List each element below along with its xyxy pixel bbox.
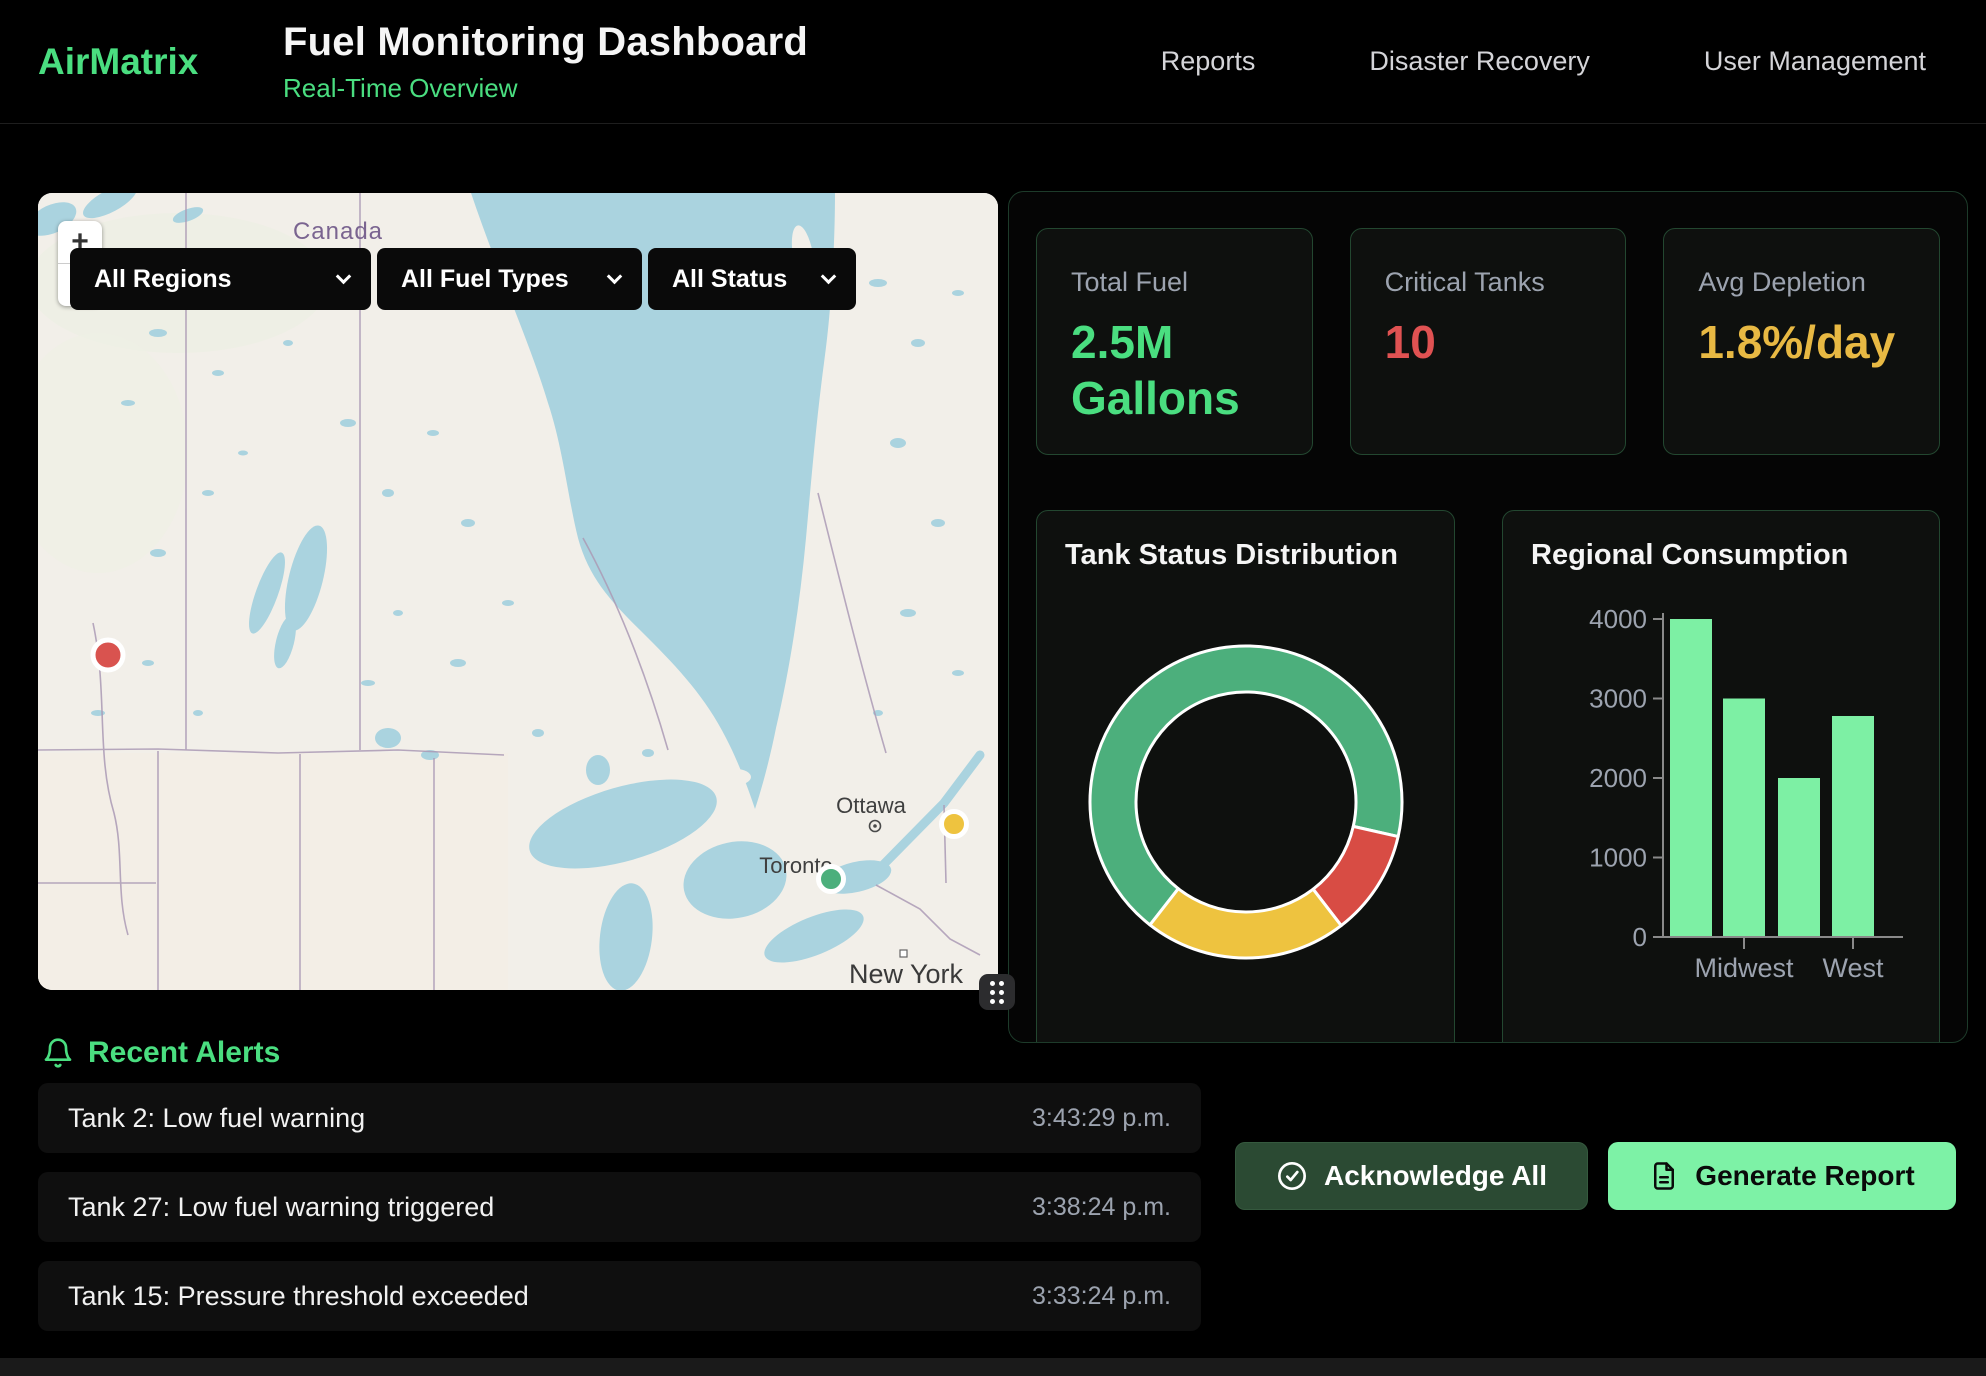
bar-chart: 0 1000 2000 3000 4000 Midwest West: [1531, 580, 1911, 995]
bar-chart-title: Regional Consumption: [1531, 539, 1911, 572]
alert-timestamp: 3:33:24 p.m.: [1032, 1282, 1171, 1311]
donut-chart-title: Tank Status Distribution: [1065, 539, 1426, 572]
drag-handle-icon[interactable]: [979, 974, 1015, 1010]
alert-text: Tank 27: Low fuel warning triggered: [68, 1192, 494, 1223]
bottom-bar: [0, 1358, 1986, 1376]
page-title: Fuel Monitoring Dashboard: [283, 20, 808, 65]
nav-user-management[interactable]: User Management: [1704, 46, 1926, 77]
stat-card-critical-tanks: Critical Tanks 10: [1350, 228, 1627, 455]
stat-label: Critical Tanks: [1385, 267, 1592, 298]
stats-row: Total Fuel 2.5M Gallons Critical Tanks 1…: [1036, 228, 1940, 455]
stat-card-total-fuel: Total Fuel 2.5M Gallons: [1036, 228, 1313, 455]
document-icon: [1649, 1161, 1679, 1191]
stat-value-avg-depletion: 1.8%/day: [1698, 314, 1905, 370]
fuel-type-filter-dropdown[interactable]: All Fuel Types: [377, 248, 642, 310]
generate-report-button[interactable]: Generate Report: [1608, 1142, 1956, 1210]
svg-text:1000: 1000: [1589, 843, 1647, 873]
svg-text:4000: 4000: [1589, 604, 1647, 634]
tank-status-chart-card: Tank Status Distribution: [1036, 510, 1455, 1043]
page-subtitle: Real-Time Overview: [283, 73, 808, 104]
stat-card-avg-depletion: Avg Depletion 1.8%/day: [1663, 228, 1940, 455]
stat-label: Total Fuel: [1071, 267, 1278, 298]
bell-icon: [42, 1037, 74, 1069]
chevron-down-icon: [607, 268, 623, 284]
stat-value-critical-tanks: 10: [1385, 314, 1592, 370]
title-block: Fuel Monitoring Dashboard Real-Time Over…: [283, 20, 808, 104]
map-filters: All Regions All Fuel Types All Status: [70, 248, 856, 310]
alerts-header: Recent Alerts: [38, 1031, 1956, 1075]
fuel-map[interactable]: Canada Ottawa Toronto New York + − All R…: [38, 193, 998, 990]
main-nav: Reports Disaster Recovery User Managemen…: [1161, 46, 1926, 77]
svg-text:West: West: [1822, 953, 1884, 983]
alert-actions: Acknowledge All Generate Report: [1235, 1142, 1956, 1210]
alert-text: Tank 2: Low fuel warning: [68, 1103, 365, 1134]
stat-value-total-fuel: 2.5M Gallons: [1071, 314, 1278, 426]
charts-row: Tank Status Distribution Regional Consum…: [1036, 510, 1940, 1043]
region-filter-dropdown[interactable]: All Regions: [70, 248, 371, 310]
chevron-down-icon: [336, 268, 352, 284]
status-filter-dropdown[interactable]: All Status: [648, 248, 856, 310]
svg-text:0: 0: [1633, 922, 1647, 952]
app-logo: AirMatrix: [38, 41, 283, 83]
map-label-country: Canada: [293, 218, 383, 245]
main-content: Canada Ottawa Toronto New York + − All R…: [38, 191, 1968, 1043]
chevron-down-icon: [821, 268, 837, 284]
alert-row: Tank 15: Pressure threshold exceeded 3:3…: [38, 1261, 1201, 1331]
status-filter-value: All Status: [672, 265, 787, 294]
nav-reports[interactable]: Reports: [1161, 46, 1256, 77]
svg-text:Midwest: Midwest: [1694, 953, 1794, 983]
fuel-type-filter-value: All Fuel Types: [401, 265, 569, 294]
alerts-title: Recent Alerts: [88, 1036, 280, 1070]
nav-disaster-recovery[interactable]: Disaster Recovery: [1369, 46, 1590, 77]
stat-label: Avg Depletion: [1698, 267, 1905, 298]
generate-report-label: Generate Report: [1695, 1160, 1914, 1192]
alert-timestamp: 3:43:29 p.m.: [1032, 1104, 1171, 1133]
svg-text:2000: 2000: [1589, 763, 1647, 793]
dashboard-panel: Total Fuel 2.5M Gallons Critical Tanks 1…: [1008, 191, 1968, 1043]
donut-chart: [1065, 640, 1426, 964]
alerts-list: Tank 2: Low fuel warning 3:43:29 p.m. Ta…: [38, 1083, 1201, 1331]
app-header: AirMatrix Fuel Monitoring Dashboard Real…: [0, 0, 1986, 124]
map-canvas[interactable]: Canada Ottawa Toronto New York: [38, 193, 998, 990]
map-graphic: Canada Ottawa Toronto New York: [38, 193, 998, 990]
svg-text:3000: 3000: [1589, 684, 1647, 714]
acknowledge-all-label: Acknowledge All: [1324, 1160, 1547, 1192]
check-circle-icon: [1276, 1160, 1308, 1192]
map-marker-critical[interactable]: [93, 640, 123, 670]
alert-row: Tank 27: Low fuel warning triggered 3:38…: [38, 1172, 1201, 1242]
map-marker-warning[interactable]: [942, 812, 967, 837]
map-label-new-york: New York: [849, 959, 964, 989]
alert-row: Tank 2: Low fuel warning 3:43:29 p.m.: [38, 1083, 1201, 1153]
region-filter-value: All Regions: [94, 265, 232, 294]
recent-alerts-section: Recent Alerts Tank 2: Low fuel warning 3…: [38, 1031, 1956, 1331]
map-label-ottawa: Ottawa: [836, 793, 906, 818]
alert-timestamp: 3:38:24 p.m.: [1032, 1193, 1171, 1222]
regional-consumption-chart-card: Regional Consumption 0 1000 2000 3000 4000 Mi…: [1502, 510, 1940, 1043]
acknowledge-all-button[interactable]: Acknowledge All: [1235, 1142, 1588, 1210]
map-marker-normal[interactable]: [819, 867, 844, 892]
alert-text: Tank 15: Pressure threshold exceeded: [68, 1281, 529, 1312]
